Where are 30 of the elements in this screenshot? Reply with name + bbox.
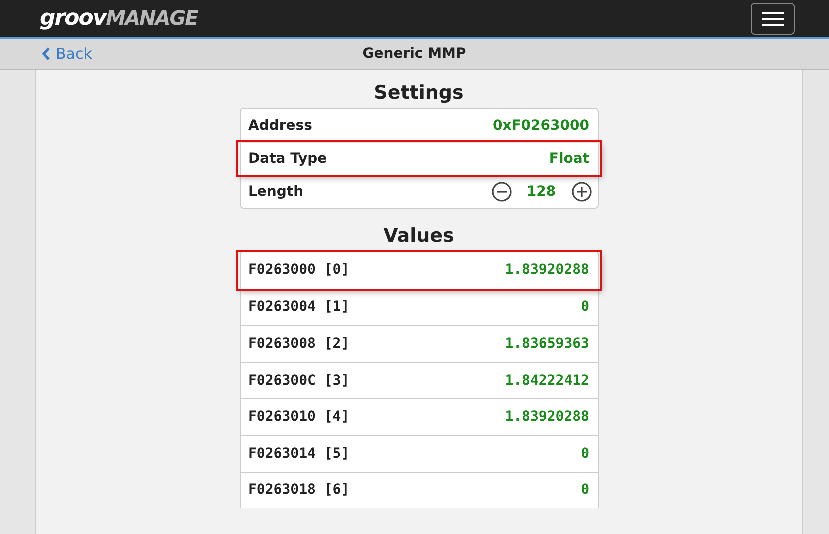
logo: groovMANAGE [40,6,198,31]
register-value: 0 [581,446,590,462]
register-value: 1.84222412 [505,372,590,389]
setting-label: Address [248,118,312,134]
register-value: 1.83920288 [505,409,590,426]
register-address: F0263000 [0] [248,262,350,278]
register-address: F0263008 [2] [248,336,350,352]
register-address: F0263014 [5] [248,446,350,462]
menu-button[interactable] [751,2,795,34]
chevron-left-icon [42,47,51,61]
register-value: 0 [581,482,590,498]
increment-button[interactable] [572,182,592,202]
setting-label: Length [248,184,304,200]
register-address: F0263010 [4] [248,409,350,426]
menu-icon [762,10,784,26]
register-address: F0263018 [6] [248,482,350,498]
register-value: 0 [581,299,590,316]
register-address: F026300C [3] [248,372,350,389]
setting-value: Float [549,151,590,167]
register-value: 1.83659363 [505,336,590,352]
setting-label: Data Type [248,151,328,167]
register-value: 1.83920288 [505,262,590,278]
register-address: F0263004 [1] [248,299,350,316]
section-title: Settings [374,82,464,104]
decrement-button[interactable] [492,182,512,202]
setting-value: 0xF0263000 [492,118,590,134]
section-title: Values [384,225,454,247]
setting-value: 128 [526,184,558,200]
back-link[interactable]: Back [42,45,92,63]
page-title: Generic MMP [362,46,466,62]
